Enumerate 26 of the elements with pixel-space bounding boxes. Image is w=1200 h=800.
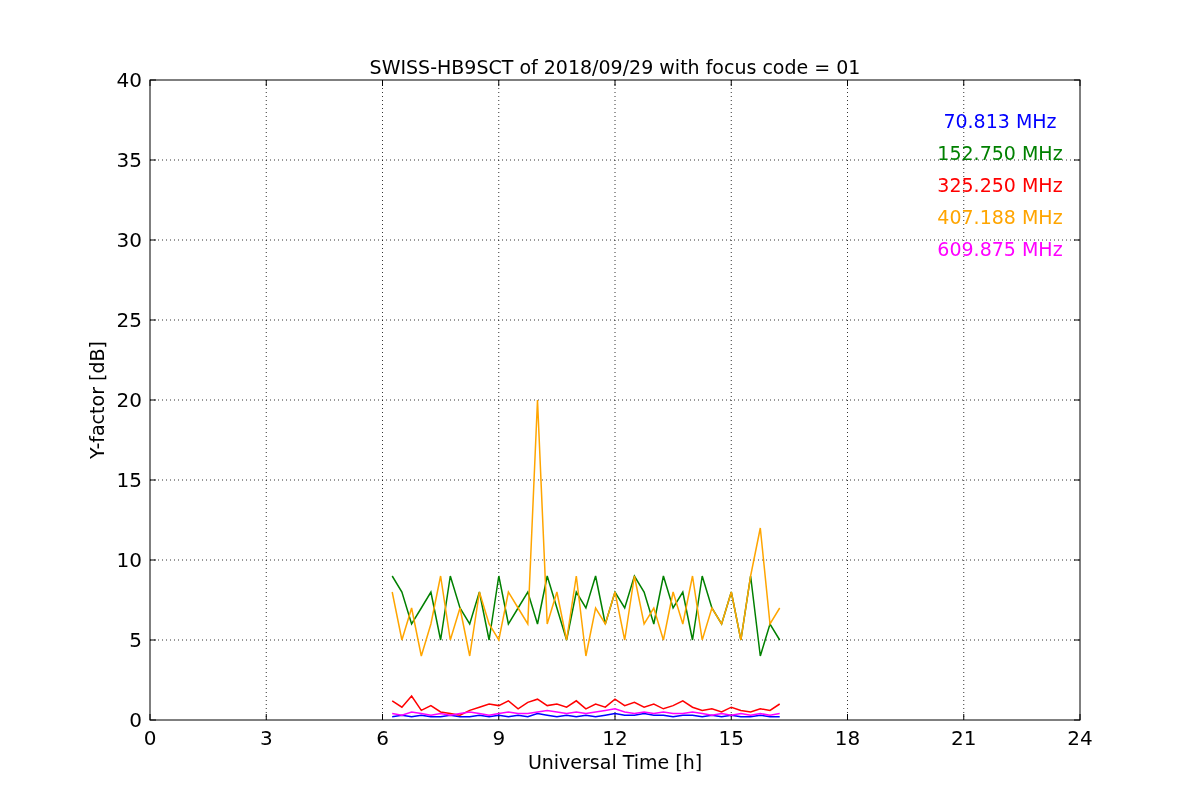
y-tick-label: 5 [129,628,142,652]
legend-label: 609.875 MHz [937,238,1063,260]
x-tick-label: 3 [259,726,273,750]
x-tick-label: 24 [1067,726,1093,750]
x-tick-label: 0 [143,726,157,750]
legend-label: 70.813 MHz [943,110,1057,132]
x-tick-label: 21 [951,726,977,750]
y-tick-label: 20 [116,388,142,412]
legend-label: 152.750 MHz [937,142,1063,164]
chart-title: SWISS-HB9SCT of 2018/09/29 with focus code = 01 [369,56,861,78]
y-tick-label: 10 [116,548,142,572]
y-tick-label: 35 [116,148,142,172]
y-tick-label: 40 [116,68,142,92]
x-tick-label: 6 [376,726,389,750]
y-tick-label: 25 [116,308,142,332]
y-tick-label: 30 [116,228,142,252]
y-tick-label: 15 [116,468,142,492]
x-tick-label: 9 [492,726,506,750]
x-tick-label: 15 [718,726,744,750]
legend-label: 407.188 MHz [937,206,1063,228]
x-axis-label: Universal Time [h] [527,751,703,773]
legend-label: 325.250 MHz [937,174,1063,196]
y-axis-label: Y-factor [dB] [86,341,108,459]
x-tick-label: 18 [834,726,861,750]
x-tick-label: 12 [602,726,628,750]
y-tick-label: 0 [129,708,142,732]
